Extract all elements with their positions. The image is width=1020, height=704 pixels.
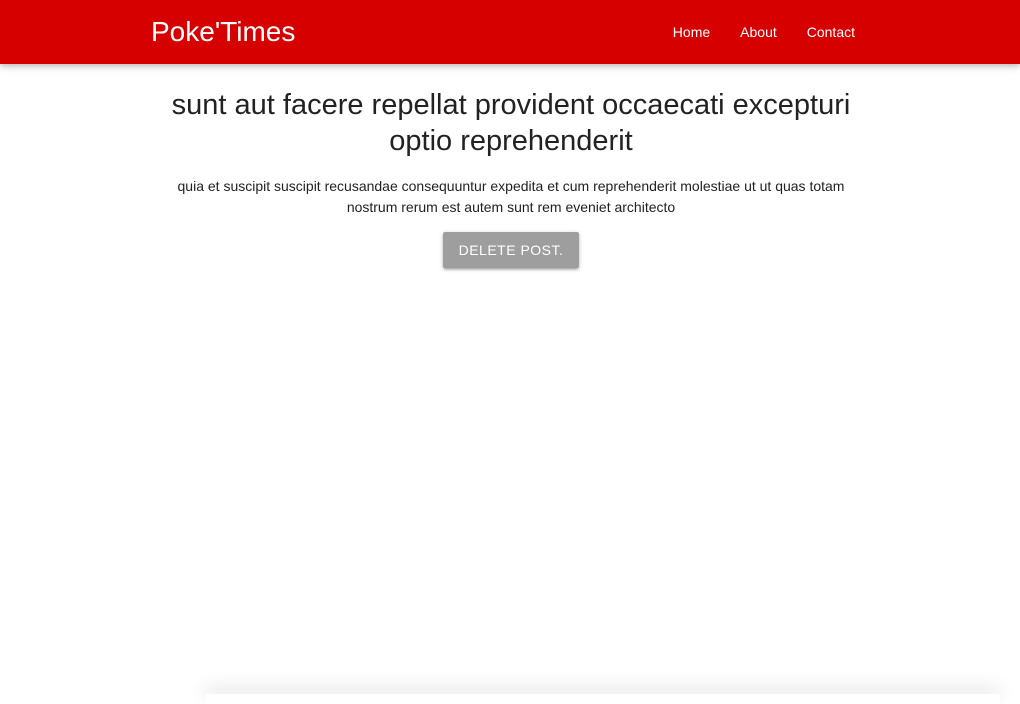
bottom-edge-shadow	[205, 694, 1000, 704]
post-body: quia et suscipit suscipit recusandae con…	[177, 178, 845, 215]
nav-links: Home About Contact	[658, 0, 870, 64]
nav-item-contact: Contact	[792, 0, 870, 64]
nav-link-contact[interactable]: Contact	[792, 0, 870, 64]
nav-item-about: About	[725, 0, 792, 64]
post-container: sunt aut facere repellat provident occae…	[151, 64, 871, 268]
delete-post-button[interactable]: Delete Post.	[442, 232, 580, 268]
nav-item-home: Home	[658, 0, 725, 64]
nav-link-home[interactable]: Home	[658, 0, 725, 64]
brand-logo[interactable]: Poke'Times	[151, 14, 295, 50]
nav-link-about[interactable]: About	[725, 0, 792, 64]
post-title: sunt aut facere repellat provident occae…	[171, 89, 851, 157]
navbar: Poke'Times Home About Contact	[0, 0, 1020, 64]
